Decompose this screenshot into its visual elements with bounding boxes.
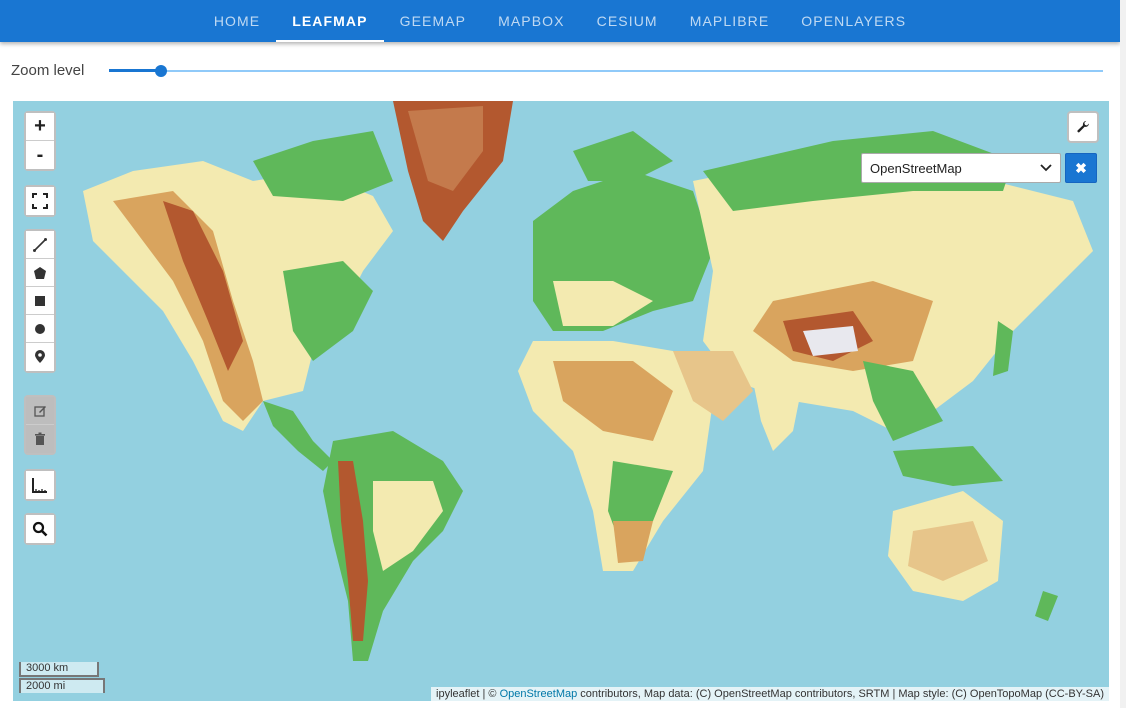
map-attribution: ipyleaflet | © OpenStreetMap contributor… [431, 687, 1109, 701]
close-icon: ✖ [1075, 159, 1087, 176]
tab-openlayers[interactable]: OPENLAYERS [785, 0, 922, 42]
measure-control [24, 469, 56, 501]
zoom-in-button[interactable]: + [26, 113, 54, 141]
basemap-select-value: OpenStreetMap [870, 160, 962, 176]
edit-icon [34, 405, 46, 417]
zoom-slider-fill [109, 69, 161, 72]
chevron-down-icon [1040, 164, 1052, 172]
terrain-basemap [83, 101, 1093, 661]
wrench-icon [1077, 120, 1089, 133]
delete-layers-button[interactable] [26, 425, 54, 453]
tab-home[interactable]: HOME [198, 0, 276, 42]
tab-maplibre[interactable]: MAPLIBRE [674, 0, 786, 42]
circle-icon [35, 323, 45, 334]
draw-rectangle-button[interactable] [26, 287, 54, 315]
marker-icon [35, 350, 45, 363]
fullscreen-button[interactable] [26, 187, 54, 215]
draw-polyline-button[interactable] [26, 231, 54, 259]
draw-polygon-button[interactable] [26, 259, 54, 287]
zoom-out-button[interactable]: - [26, 141, 54, 169]
polyline-icon [33, 237, 47, 252]
page-scrollbar[interactable] [1120, 0, 1126, 708]
search-control [24, 513, 56, 545]
tab-leafmap[interactable]: LEAFMAP [276, 0, 384, 42]
search-icon [32, 521, 48, 537]
nav-tabs: HOME LEAFMAP GEEMAP MAPBOX CESIUM MAPLIB… [198, 0, 922, 42]
attribution-prefix: ipyleaflet | © [436, 688, 500, 700]
zoom-control: + - [24, 111, 56, 171]
attribution-suffix: contributors, Map data: (C) OpenStreetMa… [577, 688, 1104, 700]
trash-icon [35, 432, 45, 445]
draw-marker-button[interactable] [26, 343, 54, 371]
close-basemap-button[interactable]: ✖ [1065, 153, 1097, 183]
rectangle-icon [35, 295, 45, 306]
attribution-link[interactable]: OpenStreetMap [500, 688, 578, 700]
map-canvas[interactable]: + - OpenStreetMap ✖ 3000 km 2000 mi ipyl… [13, 101, 1109, 701]
toolbar-toggle-button[interactable] [1067, 111, 1099, 143]
edit-toolbar [24, 395, 56, 455]
zoom-row: Zoom level [0, 55, 1120, 87]
zoom-slider-track[interactable] [109, 70, 1103, 72]
edit-layers-button[interactable] [26, 397, 54, 425]
tab-mapbox[interactable]: MAPBOX [482, 0, 581, 42]
fullscreen-control [24, 185, 56, 217]
search-button[interactable] [26, 515, 54, 543]
basemap-select[interactable]: OpenStreetMap [861, 153, 1061, 183]
fullscreen-icon [32, 193, 48, 209]
measure-button[interactable] [26, 471, 54, 499]
zoom-slider-thumb[interactable] [155, 65, 167, 77]
draw-circle-button[interactable] [26, 315, 54, 343]
zoom-level-label: Zoom level [11, 62, 85, 79]
scale-bar-metric: 3000 km [19, 662, 99, 677]
top-nav-bar: HOME LEAFMAP GEEMAP MAPBOX CESIUM MAPLIB… [0, 0, 1120, 42]
draw-toolbar [24, 229, 56, 373]
tab-cesium[interactable]: CESIUM [581, 0, 674, 42]
measure-icon [32, 478, 47, 493]
tab-geemap[interactable]: GEEMAP [384, 0, 483, 42]
scale-bar-imperial: 2000 mi [19, 678, 105, 693]
polygon-icon [34, 266, 46, 279]
